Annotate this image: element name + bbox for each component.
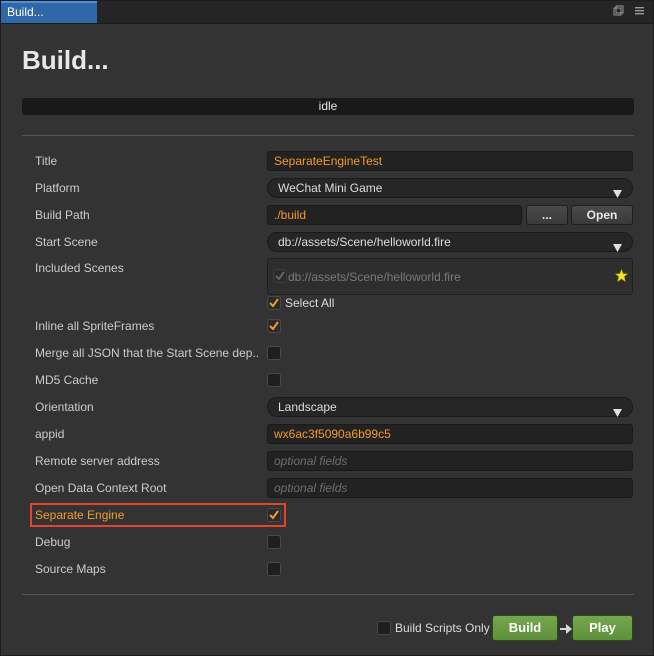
divider-top: [22, 135, 634, 136]
md5-cache-label: MD5 Cache: [35, 373, 99, 387]
row-separate-engine: Separate Engine: [35, 504, 635, 526]
row-inline-spriteframes: Inline all SpriteFrames: [35, 315, 635, 337]
arrow-right-icon: [560, 622, 572, 640]
build-path-input[interactable]: ./build: [267, 205, 522, 225]
dropdown-arrow-icon: [613, 185, 622, 203]
divider-bottom: [22, 594, 634, 595]
appid-input[interactable]: wx6ac3f5090a6b99c5: [267, 424, 633, 444]
platform-value: WeChat Mini Game: [278, 181, 383, 195]
source-maps-label: Source Maps: [35, 562, 106, 576]
remote-server-label: Remote server address: [35, 454, 160, 468]
orientation-select[interactable]: Landscape: [267, 397, 633, 417]
orientation-value: Landscape: [278, 400, 337, 414]
inline-spriteframes-label: Inline all SpriteFrames: [35, 319, 155, 333]
build-path-label: Build Path: [35, 208, 90, 222]
build-button[interactable]: Build: [492, 615, 558, 641]
select-all-checkbox[interactable]: [267, 296, 281, 310]
source-maps-checkbox[interactable]: [267, 562, 281, 576]
tab-bar: Build...: [1, 1, 653, 24]
row-md5-cache: MD5 Cache: [35, 369, 635, 391]
dropdown-arrow-icon: [613, 239, 622, 257]
appid-label: appid: [35, 427, 65, 441]
row-select-all: Select All: [35, 292, 635, 314]
start-scene-label: Start Scene: [35, 235, 98, 249]
row-orientation: Orientation Landscape: [35, 396, 635, 418]
md5-cache-checkbox[interactable]: [267, 373, 281, 387]
row-appid: appid wx6ac3f5090a6b99c5: [35, 423, 635, 445]
start-scene-value: db://assets/Scene/helloworld.fire: [278, 235, 451, 249]
popout-icon[interactable]: [613, 5, 624, 16]
merge-json-label: Merge all JSON that the Start Scene dep.…: [35, 346, 260, 360]
page-title: Build...: [22, 45, 109, 75]
open-data-context-label: Open Data Context Root: [35, 481, 167, 495]
title-input[interactable]: SeparateEngineTest: [267, 151, 633, 171]
open-button[interactable]: Open: [571, 205, 633, 225]
separate-engine-label: Separate Engine: [35, 508, 125, 522]
scene-item-checkbox[interactable]: [273, 269, 287, 283]
row-open-data-context: Open Data Context Root optional fields: [35, 477, 635, 499]
debug-checkbox[interactable]: [267, 535, 281, 549]
open-data-context-input[interactable]: optional fields: [267, 478, 633, 498]
tab-controls: [613, 5, 645, 16]
build-scripts-only-checkbox[interactable]: [377, 621, 391, 635]
build-status-bar: idle: [22, 98, 634, 115]
remote-server-input[interactable]: optional fields: [267, 451, 633, 471]
tab-build[interactable]: Build...: [1, 1, 97, 23]
row-merge-json: Merge all JSON that the Start Scene dep.…: [35, 342, 635, 364]
row-platform: Platform WeChat Mini Game: [35, 177, 635, 199]
merge-json-checkbox[interactable]: [267, 346, 281, 360]
build-scripts-only-label: Build Scripts Only: [395, 621, 490, 635]
row-build-path: Build Path ./build ... Open: [35, 204, 635, 226]
select-all-label: Select All: [285, 296, 335, 310]
debug-label: Debug: [35, 535, 71, 549]
included-scenes-label: Included Scenes: [35, 261, 124, 275]
title-label: Title: [35, 154, 58, 168]
menu-icon[interactable]: [634, 5, 645, 16]
separate-engine-checkbox[interactable]: [267, 508, 281, 522]
included-scenes-list: db://assets/Scene/helloworld.fire: [267, 258, 633, 295]
dropdown-arrow-icon: [613, 404, 622, 422]
row-title: Title SeparateEngineTest: [35, 150, 635, 172]
browse-button[interactable]: ...: [526, 205, 568, 225]
start-scene-select[interactable]: db://assets/Scene/helloworld.fire: [267, 232, 633, 252]
row-debug: Debug: [35, 531, 635, 553]
inline-spriteframes-checkbox[interactable]: [267, 319, 281, 333]
row-remote-server: Remote server address optional fields: [35, 450, 635, 472]
row-source-maps: Source Maps: [35, 558, 635, 580]
row-start-scene: Start Scene db://assets/Scene/helloworld…: [35, 231, 635, 253]
scene-item-path: db://assets/Scene/helloworld.fire: [288, 270, 461, 284]
build-panel: Build... Build... idle Title SeparateEng…: [0, 0, 654, 656]
orientation-label: Orientation: [35, 400, 94, 414]
play-button[interactable]: Play: [572, 615, 633, 641]
platform-label: Platform: [35, 181, 80, 195]
platform-select[interactable]: WeChat Mini Game: [267, 178, 633, 198]
start-scene-star-icon: [614, 268, 629, 287]
